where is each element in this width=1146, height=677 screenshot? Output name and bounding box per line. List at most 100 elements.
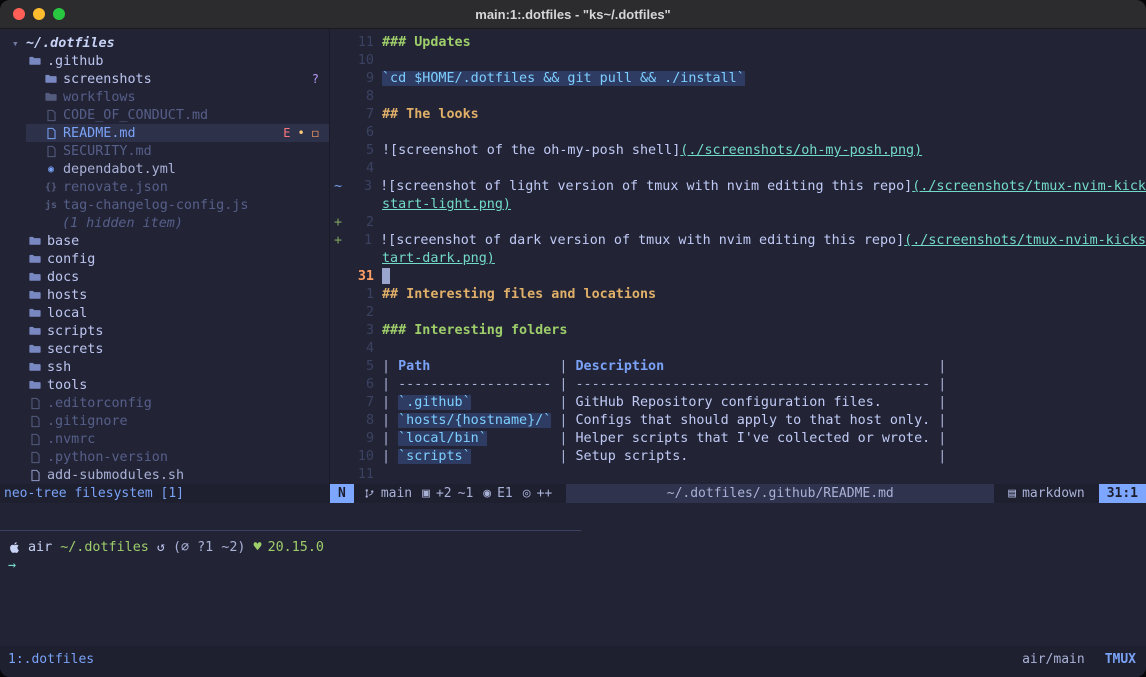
gutter-sign	[330, 286, 348, 304]
tree-item-security-md[interactable]: SECURITY.md	[0, 142, 329, 160]
folder-icon	[28, 235, 42, 247]
tree-item-dependabot-yml[interactable]: ◉dependabot.yml	[0, 160, 329, 178]
line-text	[374, 340, 382, 358]
tree-item-gitignore[interactable]: .gitignore	[0, 412, 329, 430]
tree-item-ssh[interactable]: ssh	[0, 358, 329, 376]
line-number	[348, 196, 374, 214]
editor-line-31[interactable]: 31	[330, 268, 1146, 286]
status-badge: •	[298, 126, 305, 140]
editor-line-5[interactable]: 5![screenshot of the oh-my-posh shell](.…	[330, 142, 1146, 160]
gutter-sign	[330, 34, 348, 52]
tree-item-local[interactable]: local	[0, 304, 329, 322]
window-title: main:1:.dotfiles - "ks~/.dotfiles"	[475, 7, 670, 22]
diff-added: +2	[436, 486, 452, 501]
fullscreen-button[interactable]	[53, 8, 65, 20]
tree-item-label: ssh	[47, 360, 71, 375]
tree-item-label: docs	[47, 270, 79, 285]
gutter-sign	[330, 160, 348, 178]
shell-file-icon	[28, 469, 42, 482]
editor-line-11[interactable]: 11	[330, 466, 1146, 484]
tree-item-python-version[interactable]: .python-version	[0, 448, 329, 466]
editor-line-3[interactable]: 3### Interesting folders	[330, 322, 1146, 340]
tree-item-readme-md[interactable]: README.mdE•◻	[0, 124, 329, 142]
tree-item-code-of-conduct-md[interactable]: CODE_OF_CONDUCT.md	[0, 106, 329, 124]
line-number: 9	[348, 70, 374, 88]
editor-line-4[interactable]: 4	[330, 160, 1146, 178]
window-controls	[13, 0, 65, 28]
folder-icon	[44, 73, 58, 85]
editor-line-7[interactable]: 7## The looks	[330, 106, 1146, 124]
line-number: 1	[347, 232, 372, 250]
editor-line-3[interactable]: ~3![screenshot of light version of tmux …	[330, 178, 1146, 196]
tree-item-add-submodules-sh[interactable]: add-submodules.sh	[0, 466, 329, 484]
sync-icon: ↺	[157, 540, 165, 555]
prompt-input-line[interactable]: →	[8, 556, 1146, 574]
editor-line-2[interactable]: +2	[330, 214, 1146, 232]
tree-item-tools[interactable]: tools	[0, 376, 329, 394]
tree-item-screenshots[interactable]: screenshots?	[0, 70, 329, 88]
tree-item-editorconfig[interactable]: .editorconfig	[0, 394, 329, 412]
line-number: 7	[348, 106, 374, 124]
tree-item-config[interactable]: config	[0, 250, 329, 268]
tree-item-secrets[interactable]: secrets	[0, 340, 329, 358]
line-text: start-light.png)	[374, 196, 511, 214]
line-number: 5	[348, 142, 374, 160]
diagnostics-segment: ◉ E1	[483, 484, 512, 503]
line-text: ### Interesting folders	[374, 322, 567, 340]
status-badge: ?	[312, 72, 319, 86]
tree-item-hosts[interactable]: hosts	[0, 286, 329, 304]
editor-line-7[interactable]: 7| `.github` | GitHub Repository configu…	[330, 394, 1146, 412]
file-path: ~/.dotfiles/.github/README.md	[667, 486, 894, 501]
editor-line-10[interactable]: 10	[330, 52, 1146, 70]
editor-line-1[interactable]: +1![screenshot of dark version of tmux w…	[330, 232, 1146, 250]
tree-item-1-hidden-item[interactable]: (1 hidden item)	[0, 214, 329, 232]
git-branch: main	[381, 486, 412, 501]
editor-line-2[interactable]: 2	[330, 304, 1146, 322]
line-number: 8	[348, 412, 374, 430]
editor-line-10[interactable]: 10| `scripts` | Setup scripts. |	[330, 448, 1146, 466]
gutter-sign	[330, 412, 348, 430]
tree-item-base[interactable]: base	[0, 232, 329, 250]
minimize-button[interactable]	[33, 8, 45, 20]
expander-icon[interactable]: ▾	[12, 37, 26, 50]
gutter-sign	[330, 358, 348, 376]
line-number: 5	[348, 358, 374, 376]
tree-item-nvmrc[interactable]: .nvmrc	[0, 430, 329, 448]
editor-line-5[interactable]: 5| Path | Description |	[330, 358, 1146, 376]
close-button[interactable]	[13, 8, 25, 20]
editor-line-8[interactable]: 8	[330, 88, 1146, 106]
editor-line-9[interactable]: 9`cd $HOME/.dotfiles && git pull && ./in…	[330, 70, 1146, 88]
editor-line-8[interactable]: 8| `hosts/{hostname}/` | Configs that sh…	[330, 412, 1146, 430]
tree-item-label: dependabot.yml	[63, 162, 176, 177]
tree-item-renovate-json[interactable]: {}renovate.json	[0, 178, 329, 196]
tree-item-scripts[interactable]: scripts	[0, 322, 329, 340]
editor-buffer[interactable]: 11### Updates 10 9`cd $HOME/.dotfiles &&…	[330, 29, 1146, 484]
line-text: ### Updates	[374, 34, 471, 52]
editor-line-wrap[interactable]: tart-dark.png)	[330, 250, 1146, 268]
line-text: tart-dark.png)	[374, 250, 495, 268]
line-text: ![screenshot of the oh-my-posh shell](./…	[374, 142, 922, 160]
line-text	[374, 304, 382, 322]
tree-item-workflows[interactable]: workflows	[0, 88, 329, 106]
tree-item-label: scripts	[47, 324, 103, 339]
file-path-segment: ~/.dotfiles/.github/README.md	[566, 484, 994, 503]
editor-line-1[interactable]: 1## Interesting files and locations	[330, 286, 1146, 304]
tree-item-github[interactable]: .github	[0, 52, 329, 70]
editor-line-6[interactable]: 6| ------------------- | ---------------…	[330, 376, 1146, 394]
editor-line-9[interactable]: 9| `local/bin` | Helper scripts that I'v…	[330, 430, 1146, 448]
shell-pane[interactable]: air ~/.dotfiles ↺ (∅ ?1 ~2) ♥ 20.15.0 →	[0, 531, 1146, 646]
editor-line-4[interactable]: 4	[330, 340, 1146, 358]
tree-item-tag-changelog-config-js[interactable]: jstag-changelog-config.js	[0, 196, 329, 214]
editor-line-wrap[interactable]: start-light.png)	[330, 196, 1146, 214]
editor-line-6[interactable]: 6	[330, 124, 1146, 142]
tree-item-docs[interactable]: docs	[0, 268, 329, 286]
filetype-segment: ▤ markdown	[1008, 484, 1084, 503]
tmux-window-name[interactable]: 1:.dotfiles	[8, 652, 94, 667]
editor-line-11[interactable]: 11### Updates	[330, 34, 1146, 52]
line-number: 11	[348, 466, 374, 484]
gutter-sign	[330, 142, 348, 160]
prompt-arrow: →	[8, 558, 16, 573]
tree-item-label: .github	[47, 54, 103, 69]
markdown-file-icon	[44, 145, 58, 158]
tree-item-dotfiles[interactable]: ▾~/.dotfiles	[0, 34, 329, 52]
